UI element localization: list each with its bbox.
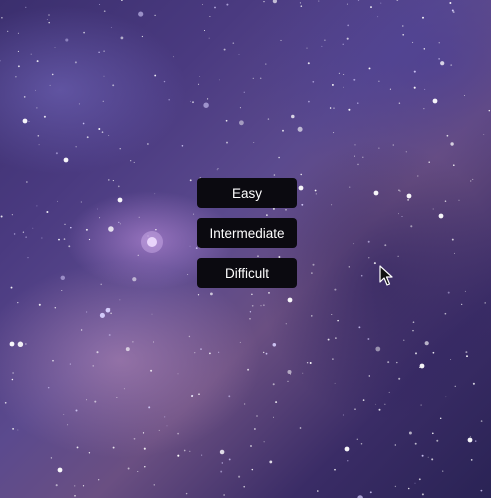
difficult-button[interactable]: Difficult: [197, 258, 297, 288]
difficulty-menu: Easy Intermediate Difficult: [197, 178, 297, 288]
game-screen: Easy Intermediate Difficult: [0, 0, 491, 498]
mouse-pointer-icon: [379, 265, 393, 286]
easy-button[interactable]: Easy: [197, 178, 297, 208]
intermediate-button[interactable]: Intermediate: [197, 218, 297, 248]
